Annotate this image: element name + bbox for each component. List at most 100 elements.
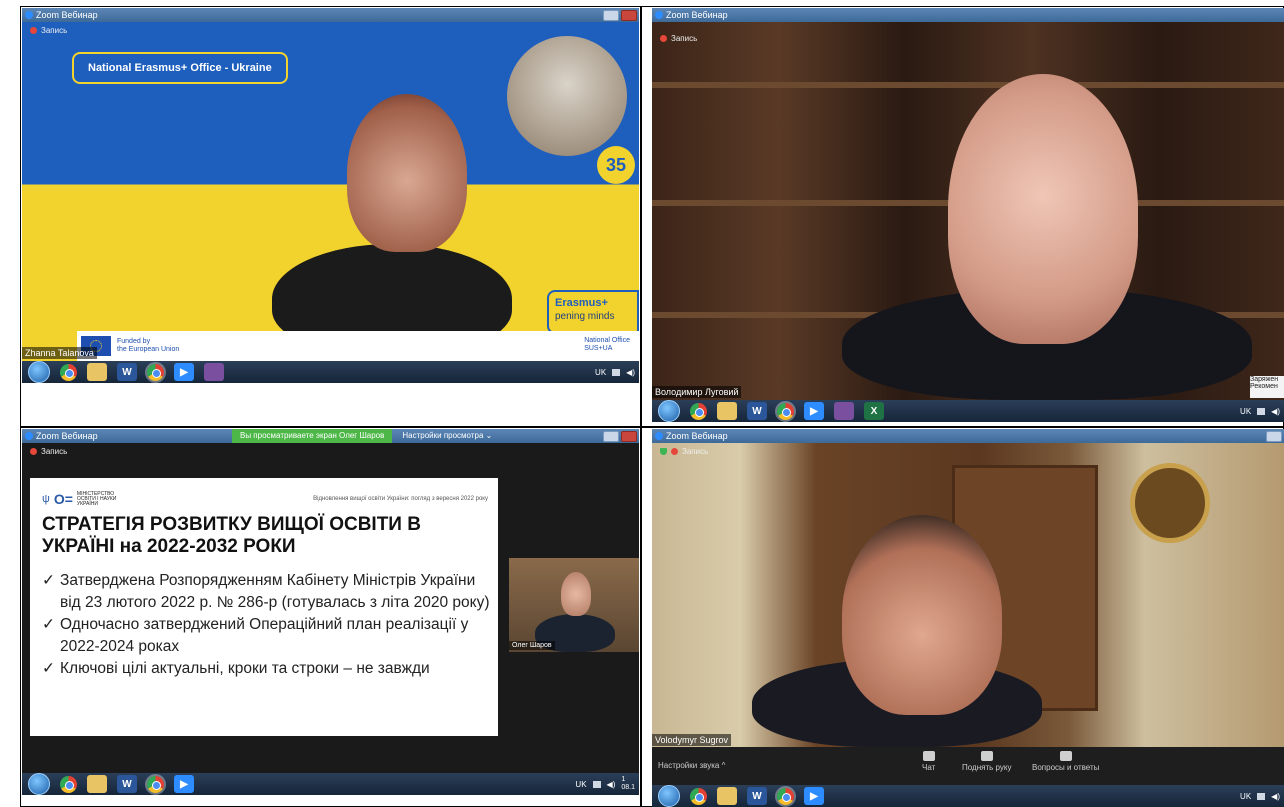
qa-icon [1059, 751, 1072, 761]
start-button[interactable] [658, 785, 680, 807]
tooltip: Заряжен Рекомен [1250, 376, 1284, 398]
qa-label: Вопросы и ответы [1032, 763, 1100, 772]
window-controls [603, 10, 637, 21]
start-button[interactable] [28, 361, 50, 383]
zoom-icon [25, 432, 33, 440]
paint-icon[interactable] [204, 363, 224, 381]
recording-label: Запись [41, 26, 68, 35]
chrome-icon[interactable] [690, 402, 707, 420]
chevron-down-icon: ⌄ [485, 431, 493, 440]
shared-slide: ψ O= МІНІСТЕРСТВО ОСВІТИ І НАУКИ УКРАЇНИ В… [30, 478, 498, 736]
folder-icon[interactable] [717, 402, 737, 420]
office-small-logo: National Office SUS+UA [584, 337, 630, 352]
taskbar: W ▶ X UK ◀) [652, 400, 1284, 422]
word-icon[interactable]: W [747, 787, 767, 805]
battery-icon [592, 780, 601, 788]
zoom-taskbar-icon[interactable]: ▶ [804, 787, 824, 805]
system-tray: UK ◀) 1 08.1 [575, 773, 635, 795]
speaker-face [347, 94, 467, 252]
volume-icon: ◀) [1271, 406, 1280, 416]
erasmus-tagline: pening minds [555, 311, 615, 322]
taskbar: W ▶ UK ◀) [652, 785, 1284, 807]
chrome-icon[interactable] [690, 787, 707, 805]
eu-funded-text: Funded by the European Union [117, 338, 180, 353]
folder-icon[interactable] [717, 787, 737, 805]
bullet-item: Ключові цілі актуальні, кроки та строки … [42, 658, 492, 680]
minimize-button[interactable] [1266, 431, 1282, 442]
erasmus-logo: Erasmus+ pening minds [547, 290, 639, 334]
bullet-item: Затверджена Розпорядженням Кабінету Міні… [42, 570, 492, 614]
minimize-button[interactable] [603, 10, 619, 21]
close-button[interactable] [621, 431, 637, 442]
slide-subtitle: Відновлення вищої освіти України: погляд… [313, 496, 488, 502]
zoom-window-bottom-right: Zoom Вебинар Запись Volodymyr Sugrov Нас… [652, 429, 1284, 807]
bullet-item: Одночасно затверджений Операційний план … [42, 614, 492, 658]
language-indicator[interactable]: UK [575, 780, 586, 789]
start-button[interactable] [658, 400, 680, 422]
record-dot-icon [671, 448, 678, 455]
language-indicator[interactable]: UK [595, 368, 606, 377]
battery-icon [612, 368, 621, 376]
qa-button[interactable]: Вопросы и ответы [1032, 751, 1099, 772]
raise-hand-button[interactable]: Поднять руку [962, 751, 1011, 772]
taskbar: W ▶ UK ◀) 1 08.1 [22, 773, 639, 795]
erasmus-office-banner: National Erasmus+ Office - Ukraine [72, 52, 288, 84]
volume-icon: ◀) [1271, 791, 1280, 801]
slide-bullets: Затверджена Розпорядженням Кабінету Міні… [42, 570, 492, 680]
speaker-thumbnail[interactable]: Олег Шаров [509, 558, 639, 652]
coat-of-arms-icon [1130, 463, 1210, 543]
chrome-active-icon[interactable] [775, 785, 796, 807]
record-dot-icon [30, 27, 37, 34]
window-title: Zoom Вебинар [666, 431, 728, 441]
chat-button[interactable]: Чат [922, 751, 935, 772]
screen-share-bar: Вы просматриваете экран Олег Шаров Настр… [232, 429, 492, 443]
view-settings-menu[interactable]: Настройки просмотра ⌄ [402, 429, 492, 443]
window-title: Zoom Вебинар [666, 10, 728, 20]
chrome-icon[interactable] [60, 363, 77, 381]
chrome-icon[interactable] [60, 775, 77, 793]
word-icon[interactable]: W [117, 363, 137, 381]
ministry-name: МІНІСТЕРСТВО ОСВІТИ І НАУКИ УКРАЇНИ [76, 490, 117, 507]
zoom-icon [25, 11, 33, 19]
minimize-button[interactable] [603, 431, 619, 442]
security-shield-icon [660, 448, 667, 455]
language-indicator[interactable]: UK [1240, 407, 1251, 416]
word-icon[interactable]: W [747, 402, 767, 420]
students-photo [501, 30, 633, 162]
speaker-face [948, 74, 1138, 344]
eu-funding-strip: Funded by the European Union National Of… [77, 331, 639, 361]
app-icon[interactable] [834, 402, 854, 420]
chat-icon [922, 751, 935, 761]
system-tray: UK ◀) [595, 361, 635, 383]
recording-indicator: Запись [660, 447, 708, 456]
ministry-logo: ψ O= МІНІСТЕРСТВО ОСВІТИ І НАУКИ УКРАЇНИ [42, 491, 116, 507]
zoom-window-top-left: Zoom Вебинар National Erasmus+ Office - … [22, 8, 639, 383]
chrome-active-icon[interactable] [775, 400, 796, 422]
window-titlebar: Zoom Вебинар [652, 8, 1284, 22]
window-controls [1266, 431, 1282, 442]
close-button[interactable] [621, 10, 637, 21]
start-button[interactable] [28, 773, 50, 795]
recording-indicator: Запись [30, 447, 67, 456]
zoom-taskbar-icon[interactable]: ▶ [804, 402, 824, 420]
chrome-active-icon[interactable] [145, 773, 166, 795]
language-indicator[interactable]: UK [1240, 792, 1251, 801]
record-dot-icon [30, 448, 37, 455]
trident-icon: ψ [42, 493, 50, 505]
folder-icon[interactable] [87, 363, 107, 381]
sound-settings-button[interactable]: Настройки звука ^ [658, 761, 725, 770]
raise-hand-label: Поднять руку [962, 763, 1012, 772]
speaker-name: Volodymyr Sugrov [652, 734, 732, 746]
word-icon[interactable]: W [117, 775, 137, 793]
zoom-taskbar-icon[interactable]: ▶ [174, 363, 194, 381]
zoom-taskbar-icon[interactable]: ▶ [174, 775, 194, 793]
zoom-window-top-right: Zoom Вебинар Запись Володимир Луговий За… [652, 8, 1284, 422]
slide-title: СТРАТЕГІЯ РОЗВИТКУ ВИЩОЇ ОСВІТИ В УКРАЇН… [42, 514, 421, 557]
volume-icon: ◀) [626, 367, 635, 377]
view-settings-label: Настройки просмотра [402, 431, 484, 440]
folder-icon[interactable] [87, 775, 107, 793]
excel-icon[interactable]: X [864, 402, 884, 420]
chrome-active-icon[interactable] [145, 361, 166, 383]
window-title: Zoom Вебинар [36, 10, 98, 20]
battery-icon [1257, 407, 1266, 415]
